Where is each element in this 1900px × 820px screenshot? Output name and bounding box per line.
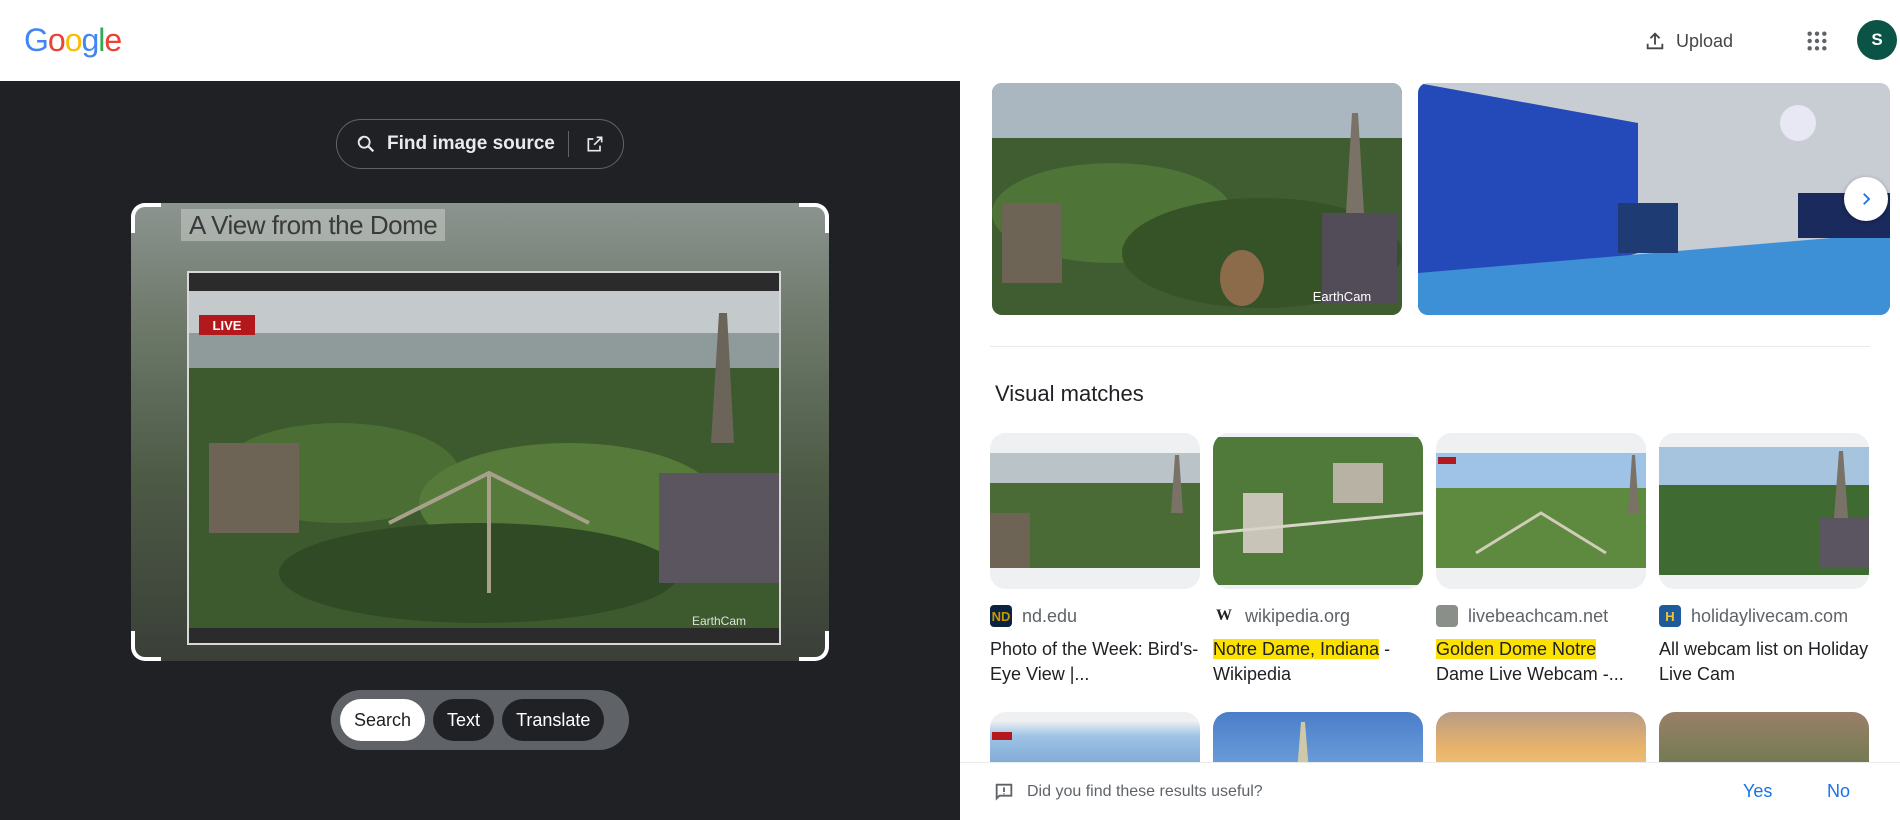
divider	[568, 131, 569, 157]
campus-aerial-photo: LIVE EarthCam	[187, 271, 781, 645]
chevron-right-icon	[1863, 193, 1871, 205]
open-in-new-icon	[587, 136, 603, 152]
match-thumbnail	[1659, 433, 1869, 589]
feedback-no-button[interactable]: No	[1827, 781, 1850, 802]
logo-letter: o	[64, 22, 83, 58]
card-site: nd.edu	[1022, 605, 1078, 626]
mode-translate-button[interactable]: Translate	[502, 699, 605, 741]
apps-button[interactable]	[1798, 22, 1836, 60]
carousel-next-button[interactable]	[1844, 177, 1888, 221]
arena-thumbnail	[1418, 83, 1890, 315]
wikipedia-favicon-icon: W	[1213, 605, 1235, 627]
logo-letter: o	[47, 22, 66, 58]
earthcam-watermark: EarthCam	[1313, 289, 1372, 304]
title-rest: Dame Live Webcam -...	[1436, 664, 1624, 684]
google-logo[interactable]: Google	[24, 22, 122, 59]
holidaylivecam-favicon-icon: H	[1659, 605, 1681, 627]
query-image: A View from the Dome LIVE EarthCam	[131, 203, 829, 661]
match-thumbnail	[1213, 433, 1423, 589]
feedback-bar: Did you find these results useful? Yes N…	[960, 762, 1900, 820]
find-source-label: Find image source	[387, 133, 555, 154]
earthcam-watermark: EarthCam	[692, 614, 746, 628]
feedback-yes-button[interactable]: Yes	[1743, 781, 1772, 802]
feedback-question: Did you find these results useful?	[1027, 782, 1263, 800]
crop-handle-top-right[interactable]	[799, 203, 829, 233]
match-thumbnail	[990, 433, 1200, 589]
live-badge: LIVE	[213, 318, 242, 333]
card-site: wikipedia.org	[1245, 605, 1351, 626]
apps-grid-icon	[1807, 31, 1827, 51]
logo-letter: e	[104, 22, 122, 58]
livebeachcam-favicon-icon	[1436, 605, 1458, 627]
crop-handle-top-left[interactable]	[131, 203, 161, 233]
visual-match-card[interactable]: ND nd.edu Photo of the Week: Bird's-Eye …	[990, 433, 1200, 687]
logo-letter: g	[81, 22, 99, 58]
mode-text-button[interactable]: Text	[433, 699, 495, 741]
match-thumbnail	[1436, 433, 1646, 589]
visual-matches-heading: Visual matches	[995, 381, 1144, 406]
upload-label: Upload	[1676, 30, 1734, 51]
upload-button[interactable]: Upload	[1636, 22, 1741, 60]
feedback-icon	[995, 783, 1013, 801]
top-result-image-1[interactable]: EarthCam	[992, 83, 1402, 315]
find-image-source-button[interactable]: Find image source	[336, 119, 624, 169]
lens-mode-selector: Search Text Translate	[331, 690, 629, 750]
crop-selection[interactable]: A View from the Dome LIVE EarthCam	[131, 203, 829, 661]
card-site: holidaylivecam.com	[1691, 605, 1849, 626]
top-result-image-2[interactable]	[1418, 83, 1890, 315]
results-pane: EarthCam Visual matches ND nd.edu Photo …	[960, 81, 1900, 820]
highlighted-match-text: Notre Dame, Indiana	[1213, 639, 1380, 659]
lens-image-pane: Find image source A View from the Dome L…	[0, 81, 960, 820]
card-title[interactable]: All webcam list on Holiday Live Cam	[1659, 637, 1869, 687]
section-divider	[990, 346, 1870, 347]
card-title[interactable]: Notre Dame, Indiana - Wikipedia	[1213, 637, 1423, 687]
card-title[interactable]: Photo of the Week: Bird's-Eye View |...	[990, 637, 1200, 687]
nd-favicon-icon: ND	[990, 605, 1012, 627]
card-site: livebeachcam.net	[1468, 605, 1609, 626]
image-title-overlay: A View from the Dome	[181, 209, 446, 241]
highlighted-match-text: Golden Dome Notre	[1436, 639, 1597, 659]
image-search-icon	[357, 135, 375, 153]
card-title[interactable]: Golden Dome Notre Dame Live Webcam -...	[1436, 637, 1646, 687]
account-avatar[interactable]: S	[1857, 20, 1897, 60]
aerial-scene-image: LIVE EarthCam	[189, 273, 779, 643]
visual-match-card[interactable]: H holidaylivecam.com All webcam list on …	[1659, 433, 1869, 687]
header: Google Upload S	[0, 0, 1900, 81]
logo-letter: G	[24, 22, 49, 58]
upload-icon	[1646, 32, 1664, 50]
crop-handle-bottom-right[interactable]	[799, 631, 829, 661]
mode-search-button[interactable]: Search	[340, 699, 426, 741]
visual-match-card[interactable]: W wikipedia.org Notre Dame, Indiana - Wi…	[1213, 433, 1423, 687]
aerial-campus-thumbnail: EarthCam	[992, 83, 1402, 315]
visual-match-card[interactable]: livebeachcam.net Golden Dome Notre Dame …	[1436, 433, 1646, 687]
crop-handle-bottom-left[interactable]	[131, 631, 161, 661]
